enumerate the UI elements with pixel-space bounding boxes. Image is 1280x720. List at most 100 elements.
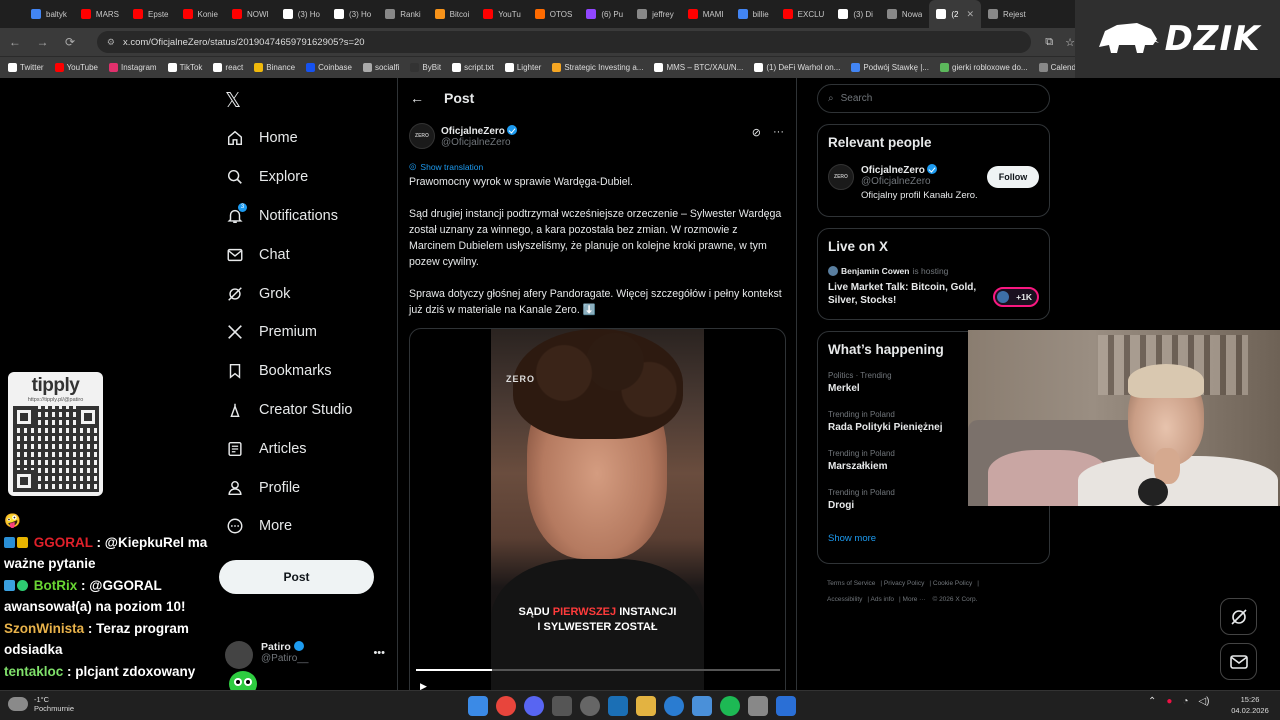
footer-link[interactable]: Accessibility [827, 596, 862, 603]
author-name[interactable]: OficjalneZero [441, 126, 505, 137]
nav-item-more[interactable]: More [225, 507, 353, 546]
nav-item-notifications[interactable]: 3 Notifications [225, 197, 353, 236]
footer-link[interactable]: Ads info [871, 596, 895, 603]
steam-icon[interactable] [608, 696, 628, 716]
browser-tab[interactable]: (3) Ho [276, 0, 327, 28]
discord-icon[interactable] [524, 696, 544, 716]
bookmark-item[interactable]: Calendar | Forex Fac... [1038, 63, 1075, 72]
nav-item-grok[interactable]: Grok [225, 274, 353, 313]
compose-post-button[interactable]: Post [219, 560, 374, 594]
reload-icon[interactable]: ⟳ [63, 35, 77, 49]
search-input[interactable]: ⌕ Search [817, 84, 1050, 113]
browser-tab[interactable]: baltyk [24, 0, 74, 28]
x-logo-icon[interactable]: 𝕏 [225, 88, 241, 112]
weather-widget[interactable]: -1°C Pochmurnie [8, 695, 74, 713]
forward-arrow-icon[interactable]: → [36, 35, 50, 49]
browser-tab[interactable]: Nowa [880, 0, 929, 28]
browser-tab[interactable]: (3) Ho [327, 0, 378, 28]
author-handle[interactable]: @OficjalneZero [441, 137, 517, 148]
bookmark-item[interactable]: YouTube [54, 63, 98, 72]
browser-tab[interactable]: (6) Pu [579, 0, 630, 28]
edge-icon[interactable] [664, 696, 684, 716]
browser-tab[interactable]: NOWI [225, 0, 276, 28]
show-translation-link[interactable]: ◎ Show translation [398, 149, 796, 172]
browser-tab[interactable]: (3) Di [831, 0, 880, 28]
bookmark-item[interactable]: TikTok [167, 63, 202, 72]
browser-tab[interactable]: Konie [176, 0, 225, 28]
video-frame[interactable]: ZERO SĄDU PIERWSZEJ INSTANCJI I SYLWESTE… [491, 329, 704, 707]
avatar[interactable]: ZERO [828, 164, 854, 190]
spotify-icon[interactable] [720, 696, 740, 716]
nav-item-profile[interactable]: Profile [225, 468, 353, 507]
browser-tab[interactable]: Epste [126, 0, 175, 28]
network-icon[interactable]: ◔ [1182, 696, 1188, 707]
url-input[interactable]: ⚙ x.com/OficjalneZero/status/20190474659… [96, 31, 1032, 53]
grok-floating-button[interactable] [1220, 598, 1257, 635]
bookmark-item[interactable]: MMS – BTC/XAU/N... [654, 63, 743, 72]
browser-tab[interactable]: EXCLU [776, 0, 832, 28]
browser-tab[interactable]: Rejest [981, 0, 1033, 28]
browser-tab[interactable]: jeffrey [630, 0, 681, 28]
nav-item-home[interactable]: Home [225, 119, 353, 158]
footer-link[interactable]: Privacy Policy [884, 580, 924, 587]
footer-link[interactable]: Terms of Service [827, 580, 875, 587]
browser-tab[interactable]: (2 ✕ [929, 0, 982, 28]
nav-item-creator-studio[interactable]: Creator Studio [225, 391, 353, 430]
bookmark-item[interactable]: Podwój Stawkę |... [851, 63, 929, 72]
bookmark-item[interactable]: Strategic Investing a... [552, 63, 643, 72]
back-arrow-icon[interactable]: ← [410, 90, 424, 106]
mic-icon[interactable]: ● [1166, 696, 1172, 707]
show-more-link[interactable]: Show more [828, 533, 1039, 544]
bookmark-item[interactable]: react [213, 63, 243, 72]
network-app-icon[interactable] [692, 696, 712, 716]
browser-tab[interactable]: MAMI [681, 0, 731, 28]
video-progress-bar[interactable] [416, 669, 780, 671]
bookmark-item[interactable]: Twitter [8, 63, 44, 72]
footer-link[interactable]: More ··· [903, 596, 926, 603]
footer-link[interactable]: Cookie Policy [933, 580, 972, 587]
back-arrow-icon[interactable]: ← [8, 35, 22, 49]
browser-tab[interactable]: OTOS [528, 0, 580, 28]
taskbar-clock[interactable]: 15:26 04.02.2026 [1226, 694, 1274, 716]
chrome-icon[interactable] [496, 696, 516, 716]
start-icon[interactable] [468, 696, 488, 716]
bookmark-item[interactable]: gierki robloxowe do... [940, 63, 1028, 72]
volume-icon[interactable]: ◁) [1198, 696, 1209, 707]
bookmark-item[interactable]: (1) DeFi Warhol on... [754, 63, 840, 72]
app-icon[interactable] [552, 696, 572, 716]
browser-tab[interactable]: Bitcoi [428, 0, 477, 28]
x-app-icon[interactable] [776, 696, 796, 716]
site-info-icon[interactable]: ⚙ [107, 37, 115, 48]
bookmark-item[interactable]: socialfi [362, 63, 399, 72]
browser-tab[interactable]: Ranki [378, 0, 427, 28]
bookmark-item[interactable]: script.txt [452, 63, 494, 72]
nav-item-bookmarks[interactable]: Bookmarks [225, 352, 353, 391]
close-tab-icon[interactable]: ✕ [966, 9, 974, 20]
nav-item-premium[interactable]: Premium [225, 313, 353, 352]
bookmark-item[interactable]: Instagram [109, 63, 157, 72]
account-switcher[interactable]: Patiro @Patiro__ ••• [225, 641, 385, 669]
person-name[interactable]: OficjalneZero [861, 165, 925, 176]
install-app-icon[interactable]: ⧉ [1045, 36, 1053, 49]
browser-tab[interactable]: YouTu [476, 0, 528, 28]
browser-tab[interactable]: MARS [74, 0, 126, 28]
chevron-up-icon[interactable]: ⌃ [1148, 696, 1156, 707]
browser-tab[interactable]: billie [731, 0, 776, 28]
bookmark-item[interactable]: ByBit [410, 63, 441, 72]
nav-item-explore[interactable]: Explore [225, 158, 353, 197]
follow-button[interactable]: Follow [987, 166, 1039, 188]
folder-icon[interactable] [636, 696, 656, 716]
nav-item-chat[interactable]: Chat [225, 235, 353, 274]
video-player[interactable]: ZERO SĄDU PIERWSZEJ INSTANCJI I SYLWESTE… [409, 328, 786, 708]
more-dots-icon[interactable]: ••• [373, 647, 385, 659]
messages-floating-button[interactable] [1220, 643, 1257, 680]
grok-icon[interactable]: ⊘ [752, 126, 761, 139]
obs-icon[interactable] [580, 696, 600, 716]
live-on-x-card[interactable]: Live on X Benjamin Cowen is hosting Live… [817, 228, 1050, 320]
nav-item-articles[interactable]: Articles [225, 429, 353, 468]
author-avatar[interactable]: ZERO [409, 123, 435, 149]
more-dots-icon[interactable]: ··· [773, 126, 784, 139]
bookmark-star-icon[interactable]: ☆ [1065, 36, 1075, 49]
bookmark-item[interactable]: Binance [254, 63, 295, 72]
photos-icon[interactable] [748, 696, 768, 716]
